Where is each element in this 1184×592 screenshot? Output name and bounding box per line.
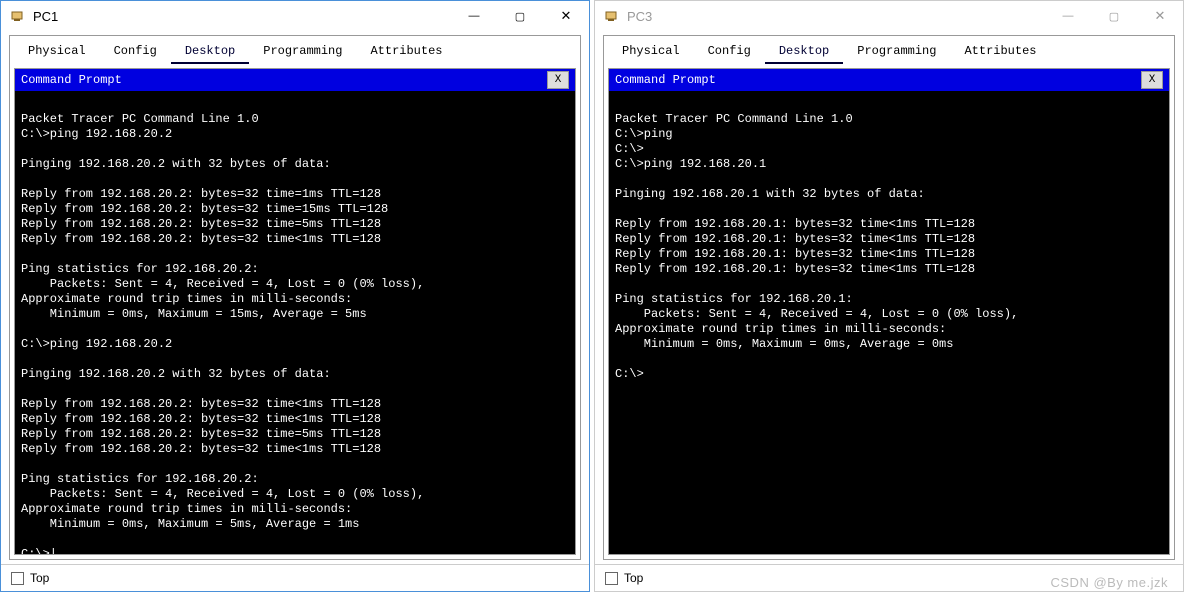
tab-physical[interactable]: Physical [608,40,694,64]
tab-programming[interactable]: Programming [843,40,950,64]
tab-bar: Physical Config Desktop Programming Attr… [604,36,1174,64]
watermark: CSDN @By me.jzk [1051,575,1169,590]
minimize-button[interactable] [1045,1,1091,31]
top-checkbox[interactable] [11,572,24,585]
close-button[interactable] [1137,1,1183,31]
terminal-titlebar[interactable]: Command Prompt X [15,69,575,91]
window-pc3: PC3 Physical Config Desktop Programming … [594,0,1184,592]
titlebar[interactable]: PC1 [1,1,589,31]
tab-bar: Physical Config Desktop Programming Attr… [10,36,580,64]
terminal-title: Command Prompt [615,73,1141,87]
tab-physical[interactable]: Physical [14,40,100,64]
inner-frame: Physical Config Desktop Programming Attr… [603,35,1175,560]
terminal-close-button[interactable]: X [1141,71,1163,89]
tab-desktop[interactable]: Desktop [765,40,843,64]
maximize-button[interactable] [497,1,543,31]
terminal-titlebar[interactable]: Command Prompt X [609,69,1169,91]
terminal-title: Command Prompt [21,73,547,87]
close-button[interactable] [543,1,589,31]
tab-attributes[interactable]: Attributes [950,40,1050,64]
inner-frame: Physical Config Desktop Programming Attr… [9,35,581,560]
terminal-output[interactable]: Packet Tracer PC Command Line 1.0 C:\>pi… [609,91,1169,554]
terminal-panel: Command Prompt X Packet Tracer PC Comman… [608,68,1170,555]
window-pc1: PC1 Physical Config Desktop Programming … [0,0,590,592]
tab-programming[interactable]: Programming [249,40,356,64]
app-icon [603,8,619,24]
tab-desktop[interactable]: Desktop [171,40,249,64]
window-title: PC1 [33,9,451,24]
bottom-bar: Top [1,564,589,591]
top-checkbox-label: Top [30,571,49,585]
titlebar[interactable]: PC3 [595,1,1183,31]
top-checkbox-label: Top [624,571,643,585]
window-title: PC3 [627,9,1045,24]
tab-config[interactable]: Config [100,40,171,64]
window-controls [451,1,589,31]
tab-config[interactable]: Config [694,40,765,64]
app-icon [9,8,25,24]
tab-attributes[interactable]: Attributes [356,40,456,64]
top-checkbox[interactable] [605,572,618,585]
window-controls [1045,1,1183,31]
terminal-panel: Command Prompt X Packet Tracer PC Comman… [14,68,576,555]
minimize-button[interactable] [451,1,497,31]
terminal-close-button[interactable]: X [547,71,569,89]
terminal-output[interactable]: Packet Tracer PC Command Line 1.0 C:\>pi… [15,91,575,554]
maximize-button[interactable] [1091,1,1137,31]
